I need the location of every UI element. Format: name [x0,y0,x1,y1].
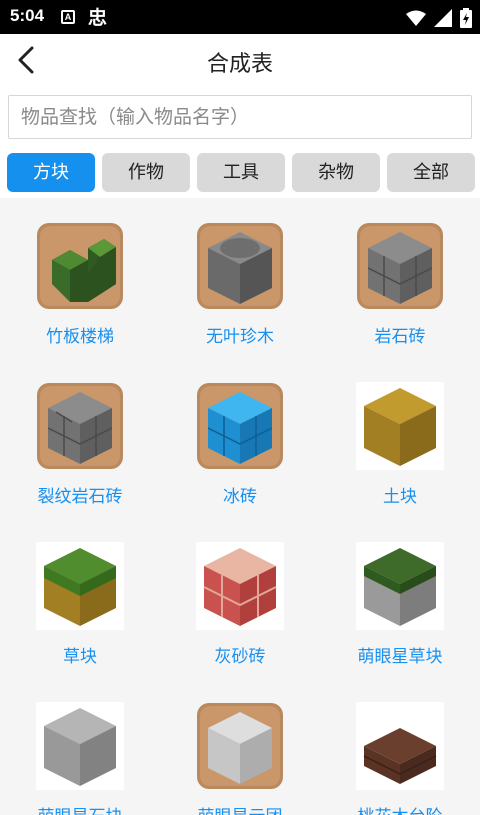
dirt-block-icon [356,382,444,470]
page-title: 合成表 [206,52,273,77]
item-label: 竹板楼梯 [46,327,114,347]
grid-item-grass-block[interactable]: 草块 [0,518,160,678]
item-label: 草块 [63,647,97,667]
app-header: 合成表 [0,34,480,86]
item-label: 萌眼星草块 [357,647,443,667]
grid-item-cracked-stone-brick[interactable]: 裂纹岩石砖 [0,358,160,518]
tab-crops[interactable]: 作物 [102,153,190,192]
grid-item-leafless-log[interactable]: 无叶珍木 [160,198,320,358]
grid-item-bamboo-stairs[interactable]: 竹板楼梯 [0,198,160,358]
cracked-stone-brick-icon [37,383,123,469]
item-label: 土块 [383,487,417,507]
item-label: 桃花木台阶 [320,802,480,815]
gray-grass-block-icon [356,542,444,630]
grid-item-cloud-block[interactable]: 萌眼星云团 [160,678,320,815]
item-label: 冰砖 [223,487,257,507]
bug-notification-icon: 忠 [88,7,108,29]
wifi-icon [406,10,426,26]
item-label: 无叶珍木 [206,327,274,347]
item-grid: 竹板楼梯 无叶珍木 岩石砖 裂纹岩石砖 冰砖 土块 草块 灰砂砖 萌眼星草块 [0,198,480,815]
item-label: 萌眼星石块 [0,802,160,815]
ice-brick-icon [197,383,283,469]
grid-item-gray-grass-block[interactable]: 萌眼星草块 [320,518,480,678]
tab-all[interactable]: 全部 [387,153,475,192]
tab-blocks[interactable]: 方块 [7,153,95,192]
item-label: 灰砂砖 [214,647,266,667]
stone-brick-icon [357,223,443,309]
red-brick-icon [196,542,284,630]
item-label: 岩石砖 [374,327,426,347]
gray-stone-block-icon [36,702,124,790]
category-tabs: 方块 作物 工具 杂物 全部 [7,153,475,192]
cloud-block-icon [197,703,283,789]
grid-item-ice-brick[interactable]: 冰砖 [160,358,320,518]
a-notification-icon: A [61,10,75,24]
battery-icon [460,8,472,28]
grid-item-dirt-block[interactable]: 土块 [320,358,480,518]
wood-slab-icon [356,702,444,790]
search-input[interactable] [8,95,472,139]
signal-icon [434,9,452,27]
grid-item-wood-slab[interactable]: 桃花木台阶 [320,678,480,815]
status-bar: 5:04 A 忠 [0,0,480,34]
tab-tools[interactable]: 工具 [197,153,285,192]
bamboo-stairs-icon [37,223,123,309]
grass-block-icon [36,542,124,630]
grid-item-red-brick[interactable]: 灰砂砖 [160,518,320,678]
leafless-log-icon [197,223,283,309]
grid-item-stone-brick[interactable]: 岩石砖 [320,198,480,358]
item-label: 萌眼星云团 [160,802,320,815]
tab-misc[interactable]: 杂物 [292,153,380,192]
grid-item-gray-stone-block[interactable]: 萌眼星石块 [0,678,160,815]
status-icons [406,8,472,28]
status-time: 5:04 [10,6,45,25]
item-label: 裂纹岩石砖 [37,487,123,507]
